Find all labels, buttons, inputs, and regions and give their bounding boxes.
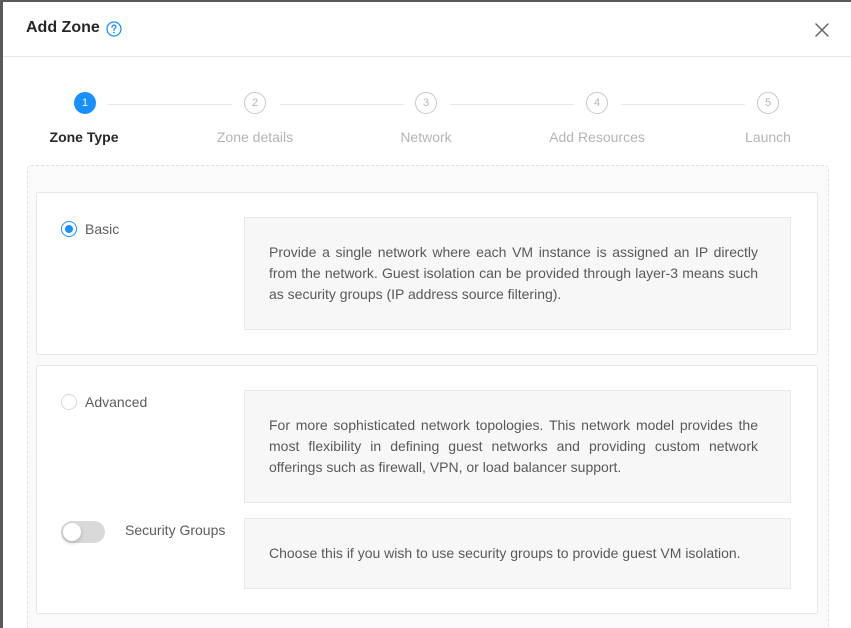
step-1-label: Zone Type: [49, 129, 119, 145]
modal-title: Add Zone: [26, 19, 100, 36]
step-connector: [108, 104, 232, 105]
step-5-label: Launch: [745, 129, 791, 145]
basic-label: Basic: [85, 221, 120, 237]
advanced-radio-option[interactable]: Advanced: [61, 394, 147, 410]
security-groups-label: Security Groups: [125, 522, 226, 538]
step-2-icon: 2: [244, 92, 266, 114]
step-3-icon: 3: [415, 92, 437, 114]
basic-option-card: Basic Provide a single network where eac…: [36, 192, 818, 355]
step-1-icon: 1: [74, 92, 96, 114]
step-connector: [621, 104, 745, 105]
advanced-radio[interactable]: [61, 394, 77, 410]
basic-radio-option[interactable]: Basic: [61, 221, 119, 237]
modal-header: Add Zone: [3, 2, 851, 57]
basic-radio[interactable]: [61, 221, 77, 237]
security-groups-description-text: Choose this if you wish to use security …: [269, 545, 741, 561]
step-5-icon: 5: [757, 92, 779, 114]
basic-description-text: Provide a single network where each VM i…: [269, 244, 758, 302]
advanced-description-text: For more sophisticated network topologie…: [269, 417, 758, 475]
security-groups-switch[interactable]: [61, 521, 105, 543]
step-3-label: Network: [400, 129, 452, 145]
advanced-description: For more sophisticated network topologie…: [244, 390, 791, 503]
step-4-icon: 4: [586, 92, 608, 114]
step-2-label: Zone details: [216, 129, 294, 145]
security-groups-description: Choose this if you wish to use security …: [244, 518, 791, 589]
basic-description: Provide a single network where each VM i…: [244, 217, 791, 330]
question-circle-icon[interactable]: [106, 21, 122, 37]
close-icon[interactable]: [814, 22, 830, 38]
step-connector: [450, 104, 574, 105]
advanced-option-card: Advanced For more sophisticated network …: [36, 365, 818, 614]
step-4-label: Add Resources: [549, 129, 645, 145]
add-zone-modal: Add Zone 1 2 3 4 5 Zone Type Zone detail…: [3, 2, 851, 628]
step-connector: [280, 104, 404, 105]
advanced-label: Advanced: [85, 394, 148, 410]
